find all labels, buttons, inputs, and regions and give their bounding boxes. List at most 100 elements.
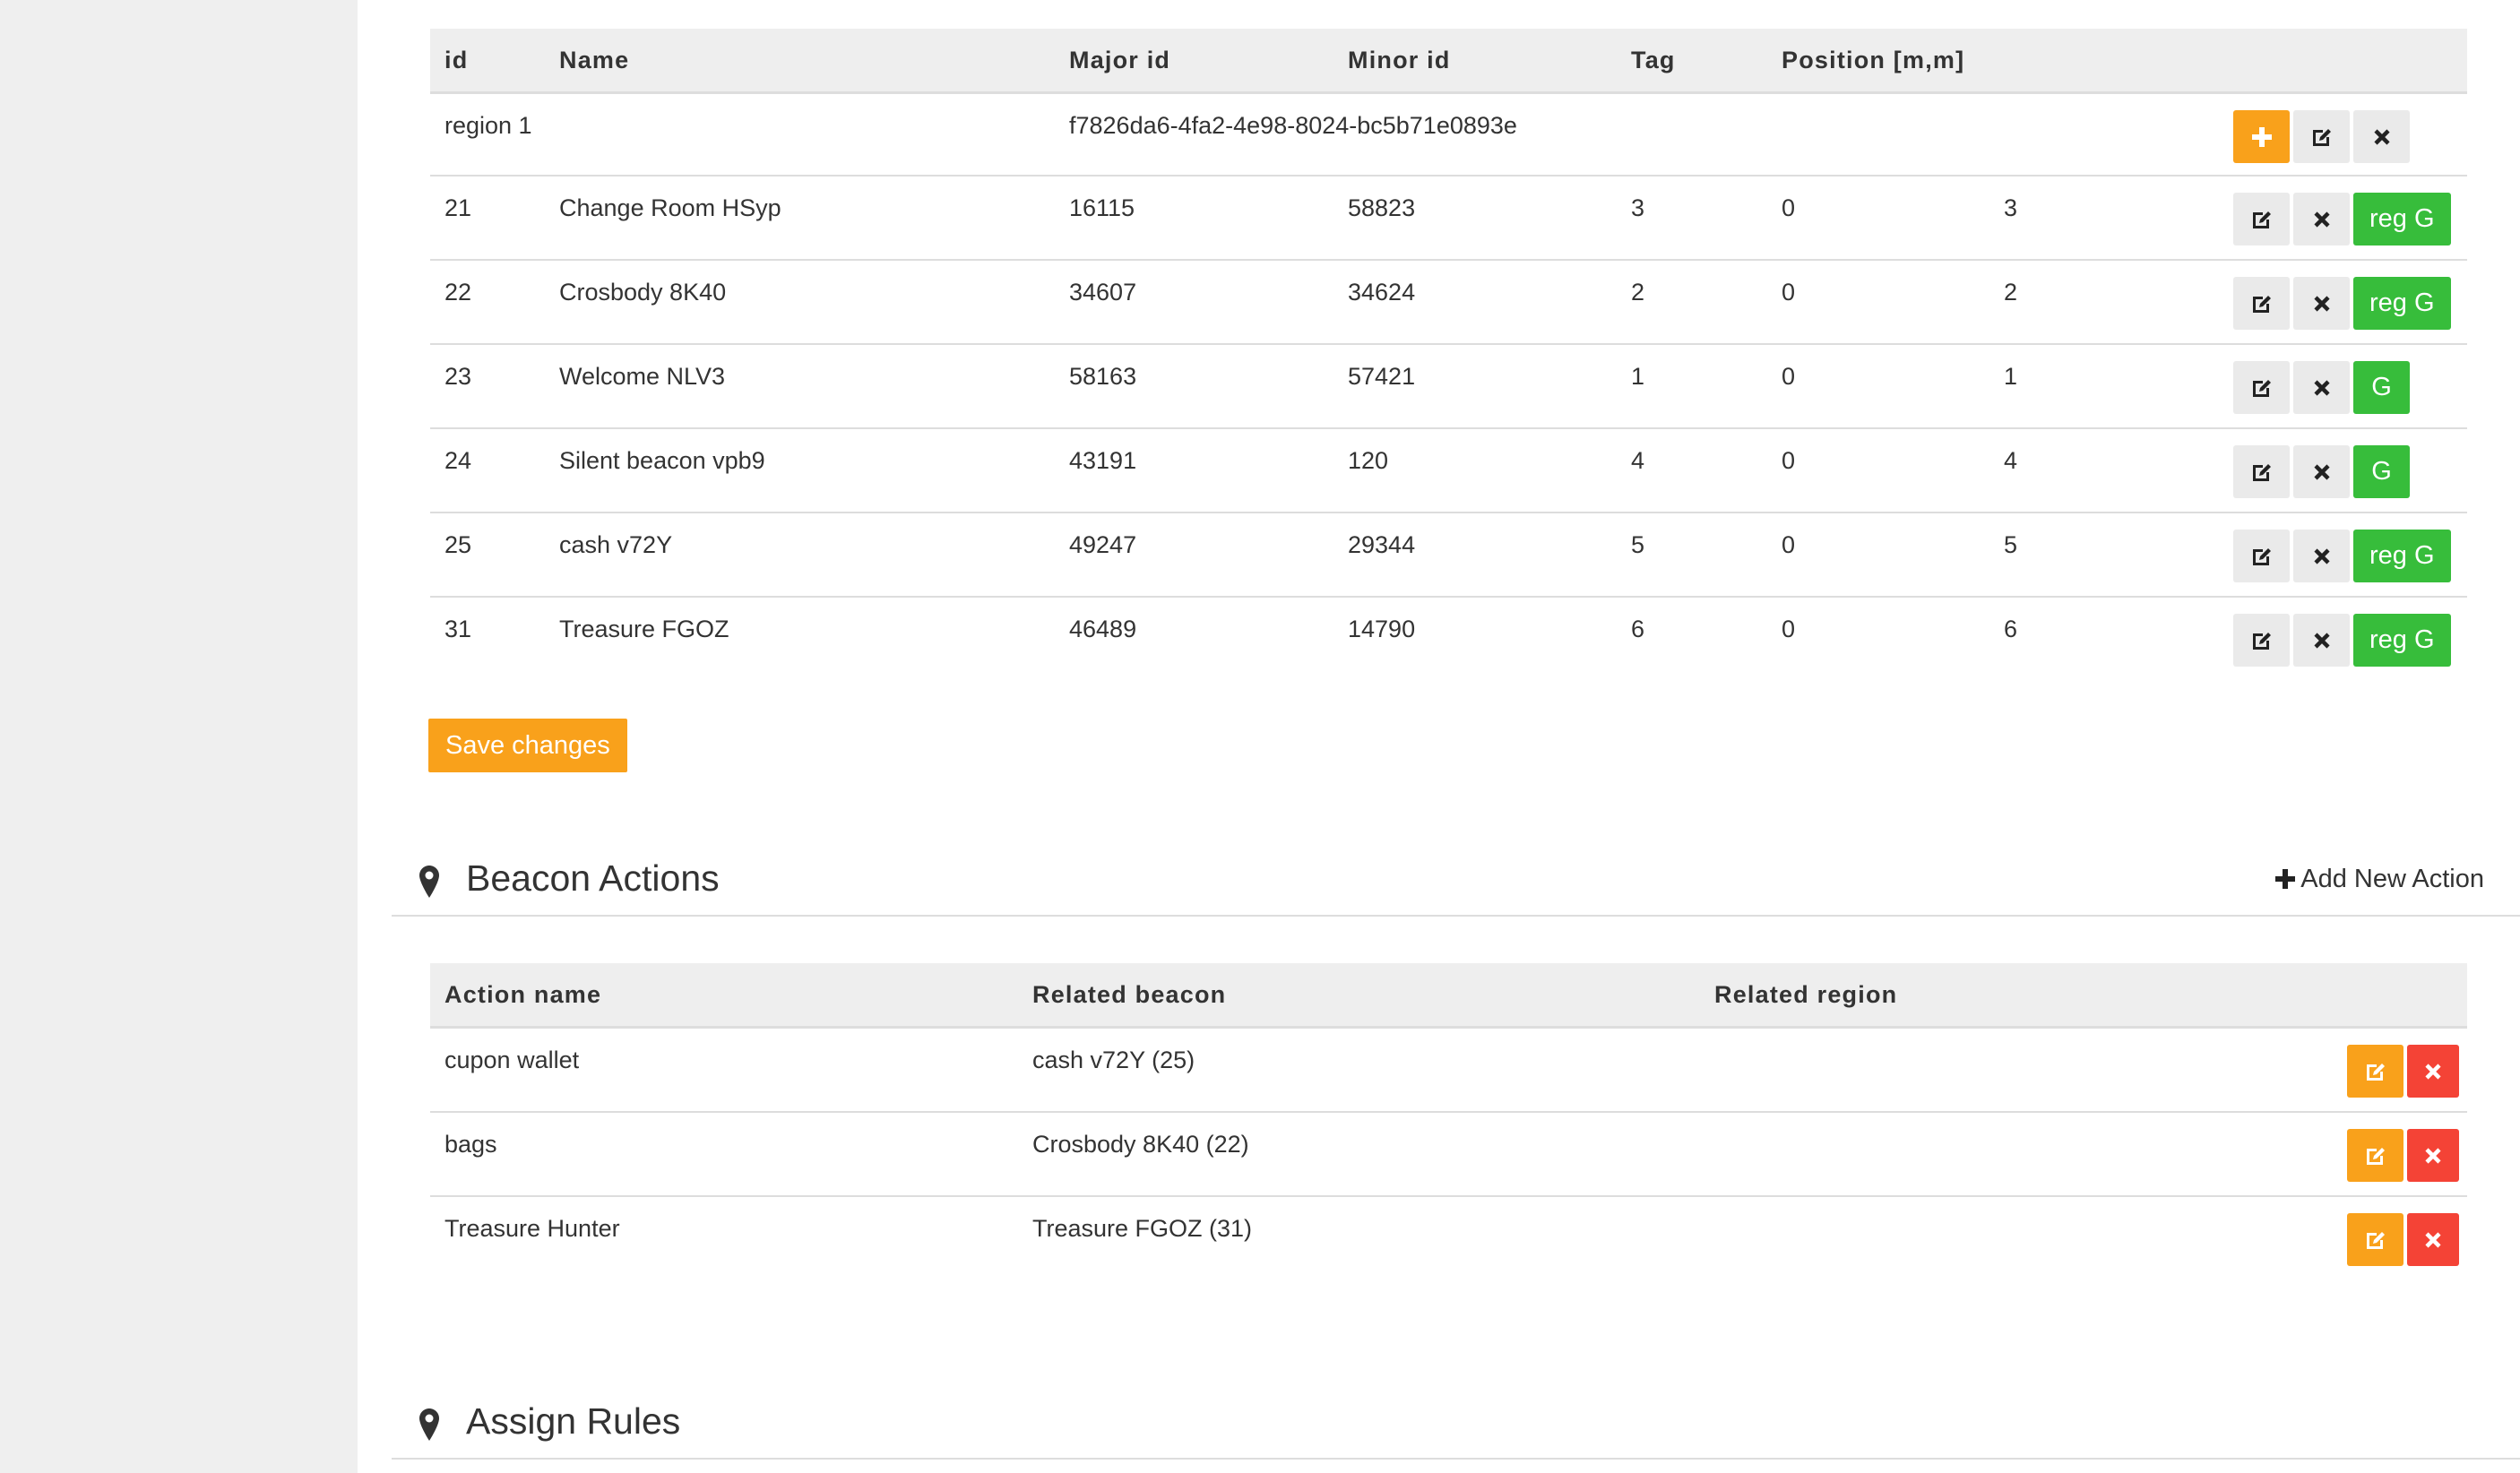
close-icon [2425, 1148, 2441, 1164]
col-header-id: id [430, 29, 545, 94]
edit-action-button[interactable] [2347, 1045, 2403, 1098]
beacon-pos-x: 0 [1767, 175, 1989, 261]
delete-beacon-button[interactable] [2293, 613, 2350, 667]
beacon-id: 25 [430, 512, 545, 598]
related-region [1700, 1027, 2333, 1113]
beacon-id: 31 [444, 615, 472, 642]
beacon-minor: 58823 [1333, 175, 1617, 261]
beacon-tag: 2 [1617, 259, 1767, 345]
action-name: bags [430, 1111, 1018, 1197]
beacon-minor: 29344 [1333, 512, 1617, 598]
close-icon [2313, 211, 2330, 228]
col-header-major: Major id [1055, 29, 1333, 94]
beacon-group-button[interactable]: reg G [2353, 192, 2451, 246]
delete-action-button[interactable] [2407, 1212, 2459, 1266]
beacon-actions: reg G [2219, 512, 2467, 598]
edit-action-button[interactable] [2347, 1212, 2403, 1266]
beacon-group-button[interactable]: G [2353, 444, 2410, 498]
edit-action-button[interactable] [2347, 1128, 2403, 1182]
table-row: Treasure Hunter Treasure FGOZ (31) [430, 1196, 2467, 1280]
action-row-actions [2333, 1111, 2467, 1197]
beacon-name: Welcome NLV3 [545, 343, 1055, 429]
delete-beacon-button[interactable] [2293, 360, 2350, 414]
beacons-table-header: id Name Major id Minor id Tag Position [… [430, 29, 2467, 94]
delete-action-button[interactable] [2407, 1128, 2459, 1182]
plus-icon [2251, 127, 2272, 148]
edit-beacon-button[interactable] [2233, 276, 2290, 330]
region-uuid: f7826da6-4fa2-4e98-8024-bc5b71e0893e [1055, 92, 2219, 177]
edit-icon [2252, 547, 2271, 565]
beacon-group-button[interactable]: reg G [2353, 613, 2451, 667]
beacon-minor: 14790 [1348, 615, 1416, 642]
beacon-name: cash v72Y [545, 512, 1055, 598]
beacon-group-button[interactable]: G [2353, 360, 2410, 414]
delete-beacon-button[interactable] [2293, 276, 2350, 330]
beacon-minor: 34624 [1333, 259, 1617, 345]
main-content: id Name Major id Minor id Tag Position [… [358, 0, 2520, 1473]
table-row: 25 cash v72Y 49247 29344 5 0 5 reg G [430, 512, 2467, 598]
col-header-related-beacon: Related beacon [1018, 963, 1700, 1029]
related-region [1700, 1111, 2333, 1197]
beacon-tag: 1 [1617, 343, 1767, 429]
edit-beacon-button[interactable] [2233, 529, 2290, 582]
assign-rules-section-header: Assign Rules [392, 1395, 2520, 1460]
edit-region-button[interactable] [2293, 110, 2350, 163]
beacon-minor: 57421 [1333, 343, 1617, 429]
col-header-position: Position [m,m] [1767, 29, 1989, 94]
edit-icon [2366, 1064, 2385, 1081]
delete-action-button[interactable] [2407, 1045, 2459, 1098]
beacon-tag: 3 [1617, 175, 1767, 261]
beacon-name: Silent beacon vpb9 [545, 427, 1055, 513]
beacon-major: 46489 [1069, 615, 1137, 642]
edit-beacon-button[interactable] [2233, 360, 2290, 414]
action-name: Treasure Hunter [444, 1214, 620, 1242]
delete-beacon-button[interactable] [2293, 192, 2350, 246]
table-row: cupon wallet cash v72Y (25) [430, 1027, 2467, 1113]
col-header-action-name: Action name [430, 963, 1018, 1029]
edit-icon [2366, 1231, 2385, 1249]
related-region [1700, 1196, 2333, 1280]
save-changes-button[interactable]: Save changes [428, 719, 627, 772]
beacon-id: 24 [430, 427, 545, 513]
beacon-name: Change Room HSyp [545, 175, 1055, 261]
beacon-major: 16115 [1055, 175, 1333, 261]
related-beacon: cash v72Y (25) [1018, 1027, 1700, 1113]
beacon-group-button[interactable]: reg G [2353, 276, 2451, 330]
beacon-name: Crosbody 8K40 [545, 259, 1055, 345]
beacon-tag: 4 [1617, 427, 1767, 513]
edit-beacon-button[interactable] [2233, 192, 2290, 246]
edit-beacon-button[interactable] [2233, 444, 2290, 498]
beacon-pos-x: 0 [1767, 343, 1989, 429]
beacon-tag: 6 [1631, 615, 1645, 642]
close-icon [2313, 548, 2330, 564]
map-marker-icon [419, 1408, 440, 1446]
col-header-minor: Minor id [1333, 29, 1617, 94]
beacon-major: 43191 [1055, 427, 1333, 513]
beacon-major: 58163 [1055, 343, 1333, 429]
plus-icon [2274, 869, 2295, 889]
beacon-group-button[interactable]: reg G [2353, 529, 2451, 582]
section-title: Assign Rules [466, 1400, 681, 1442]
edit-beacon-button[interactable] [2233, 613, 2290, 667]
edit-icon [2252, 211, 2271, 228]
add-new-action-link[interactable]: Add New Action [2274, 865, 2484, 894]
table-row: 21 Change Room HSyp 16115 58823 3 0 3 re… [430, 175, 2467, 261]
left-sidebar [0, 0, 358, 1473]
delete-beacon-button[interactable] [2293, 529, 2350, 582]
table-row: 23 Welcome NLV3 58163 57421 1 0 1 G [430, 343, 2467, 429]
beacon-major: 49247 [1055, 512, 1333, 598]
beacon-actions: reg G [2219, 175, 2467, 261]
add-beacon-button[interactable] [2233, 110, 2290, 163]
edit-icon [2252, 463, 2271, 481]
col-header-actions [2333, 963, 2467, 1029]
delete-beacon-button[interactable] [2293, 444, 2350, 498]
beacon-pos-y: 1 [1989, 343, 2219, 429]
beacon-actions-table: Action name Related beacon Related regio… [430, 963, 2467, 1280]
beacon-pos-x: 0 [1767, 512, 1989, 598]
delete-region-button[interactable] [2353, 110, 2410, 163]
edit-icon [2252, 632, 2271, 650]
close-icon [2313, 464, 2330, 480]
beacon-tag: 5 [1617, 512, 1767, 598]
table-row: 24 Silent beacon vpb9 43191 120 4 0 4 G [430, 427, 2467, 513]
close-icon [2425, 1064, 2441, 1080]
